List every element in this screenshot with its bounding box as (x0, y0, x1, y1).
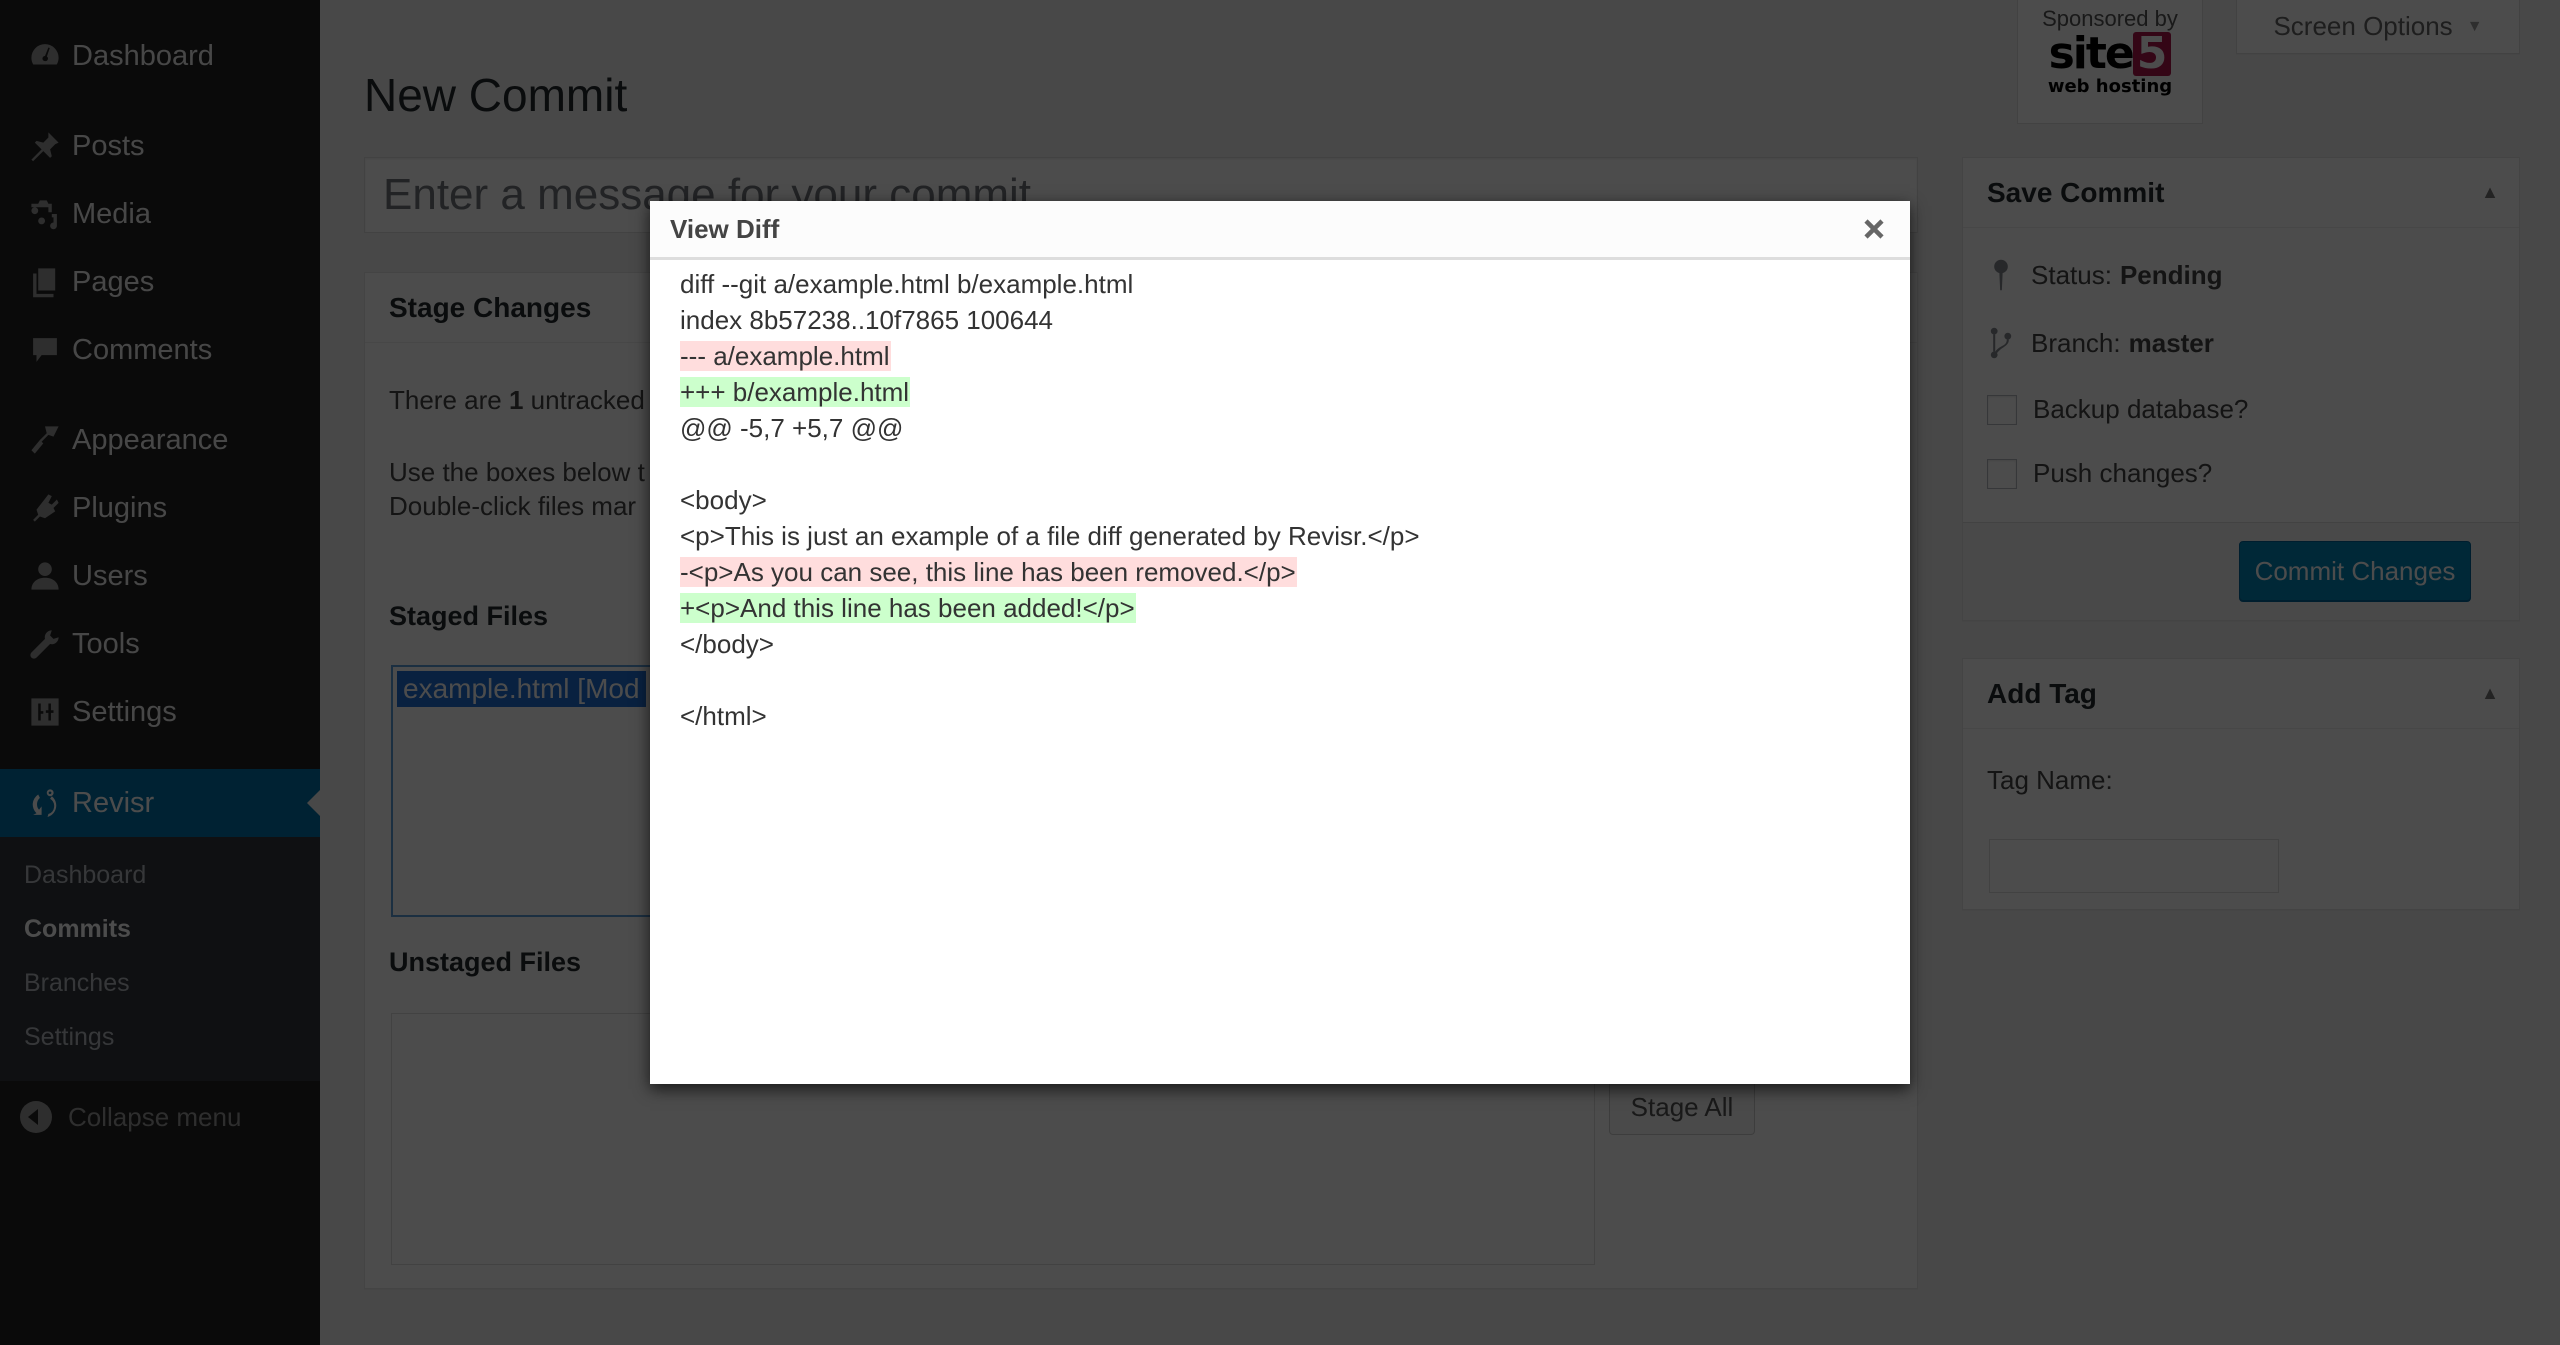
diff-line-removed: -<p>As you can see, this line has been r… (680, 554, 1421, 590)
diff-line-text: --- a/example.html (680, 341, 891, 371)
diff-line-text: +++ b/example.html (680, 377, 911, 407)
diff-line-text (680, 665, 681, 695)
diff-line-added: +++ b/example.html (680, 374, 1421, 410)
close-icon[interactable] (1858, 213, 1890, 245)
diff-line-text: @@ -5,7 +5,7 @@ (680, 413, 904, 443)
diff-line-context: diff --git a/example.html b/example.html (680, 266, 1421, 302)
diff-line-text: </html> (680, 701, 767, 731)
modal-header: View Diff (650, 201, 1910, 260)
diff-line-text: index 8b57238..10f7865 100644 (680, 305, 1054, 335)
diff-line-context: </body> (680, 626, 1421, 662)
view-diff-modal: View Diff diff --git a/example.html b/ex… (650, 201, 1910, 1084)
diff-line-text: +<p>And this line has been added!</p> (680, 593, 1136, 623)
diff-line-text: <body> (680, 485, 767, 515)
diff-line-context (680, 446, 1421, 482)
diff-line-text (680, 449, 681, 479)
diff-line-context: index 8b57238..10f7865 100644 (680, 302, 1421, 338)
diff-content: diff --git a/example.html b/example.html… (680, 266, 1421, 734)
diff-line-added: +<p>And this line has been added!</p> (680, 590, 1421, 626)
diff-line-removed: --- a/example.html (680, 338, 1421, 374)
diff-line-text: diff --git a/example.html b/example.html (680, 269, 1134, 299)
diff-line-context: <p>This is just an example of a file dif… (680, 518, 1421, 554)
diff-line-text: -<p>As you can see, this line has been r… (680, 557, 1297, 587)
diff-line-context: <body> (680, 482, 1421, 518)
modal-title: View Diff (670, 213, 780, 244)
diff-line-text: <p>This is just an example of a file dif… (680, 521, 1420, 551)
diff-line-context (680, 662, 1421, 698)
diff-line-text: </body> (680, 629, 774, 659)
diff-line-context: @@ -5,7 +5,7 @@ (680, 410, 1421, 446)
diff-line-context: </html> (680, 698, 1421, 734)
